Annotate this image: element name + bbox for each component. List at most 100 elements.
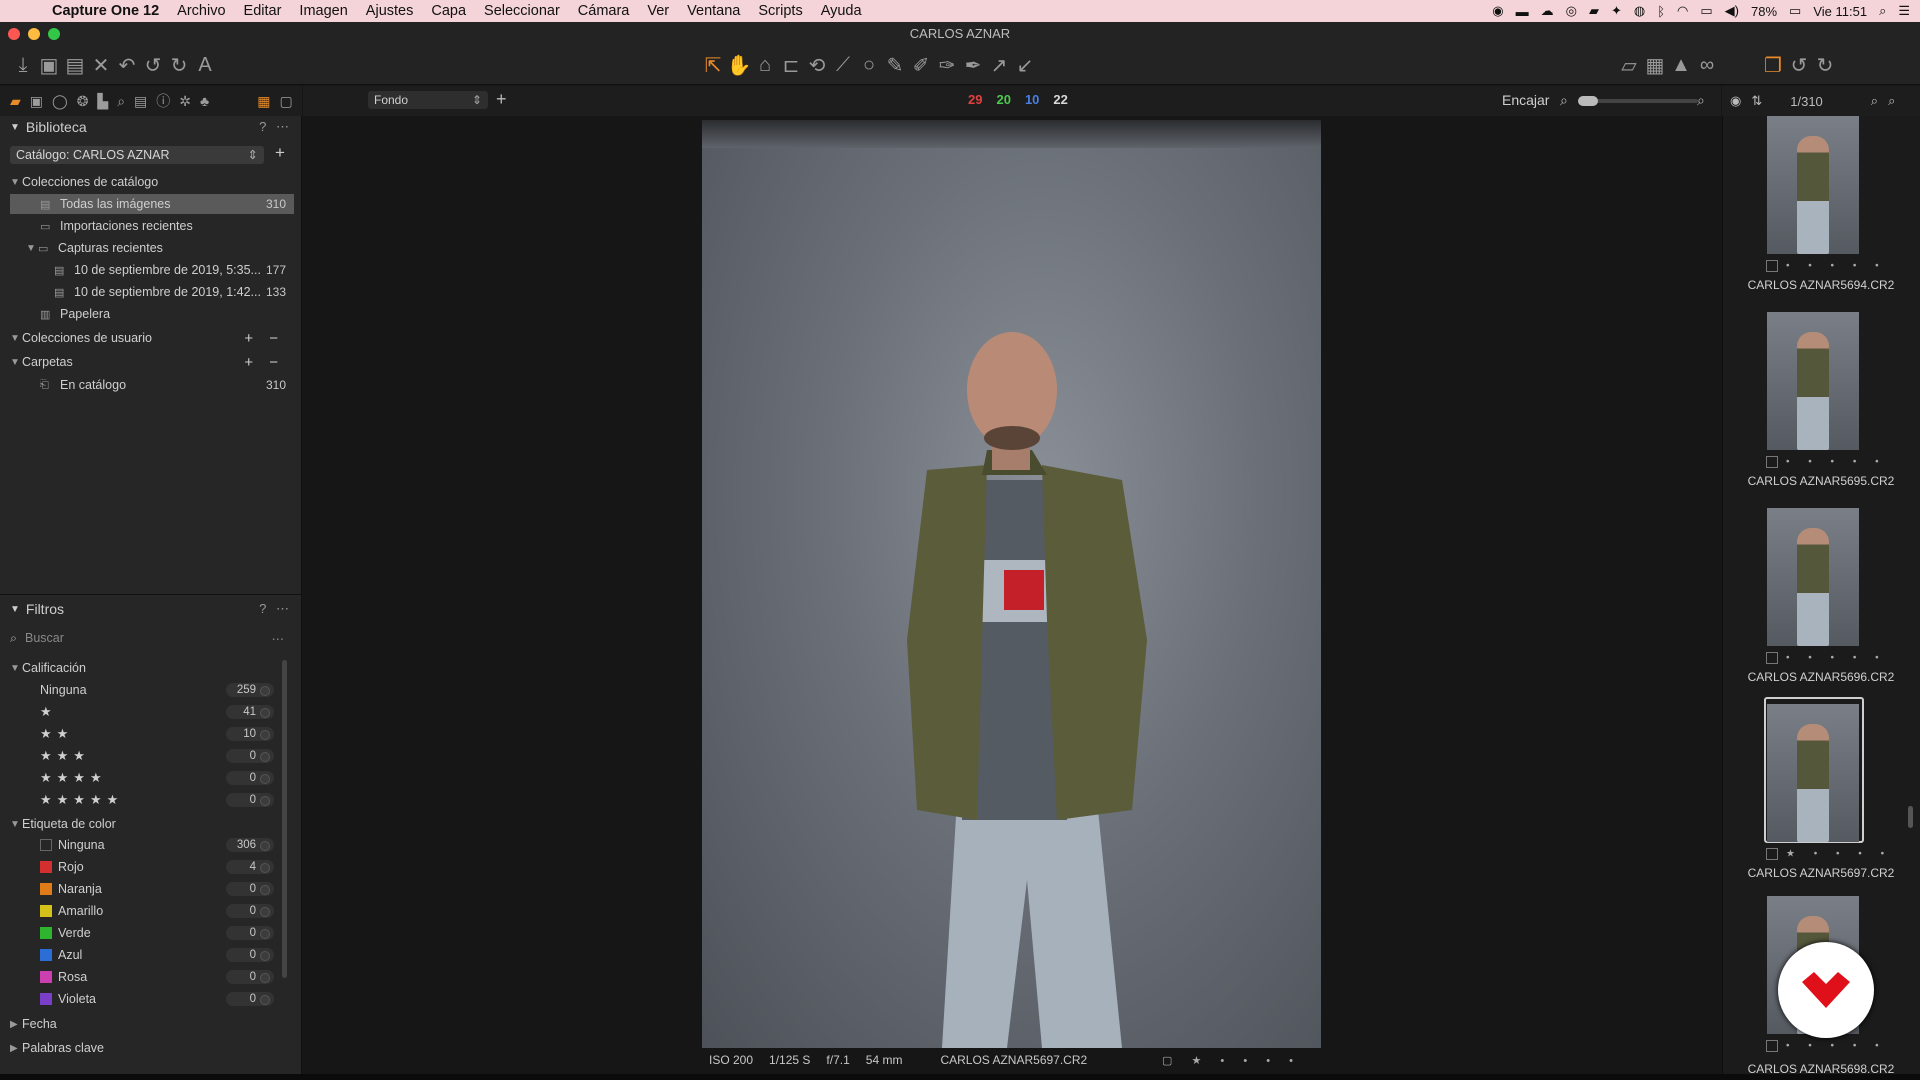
zoom-slider[interactable] [1578, 96, 1698, 106]
gradient-tool-icon[interactable]: ✑ [934, 53, 960, 78]
menu-capa[interactable]: Capa [431, 3, 466, 19]
color-yellow[interactable]: Amarillo 0 [10, 901, 274, 921]
collection-trash[interactable]: ▥ Papelera [10, 304, 294, 324]
collection-recent-imports[interactable]: ▭ Importaciones recientes [10, 216, 294, 236]
text-icon[interactable]: A [192, 54, 218, 77]
library-header[interactable]: ▼ Biblioteca ? ⋯ [0, 115, 302, 139]
user-collections-header[interactable]: ▼ Colecciones de usuario + − [10, 328, 294, 348]
menu-seleccionar[interactable]: Seleccionar [484, 3, 560, 19]
color-tab-icon[interactable]: ❂ [77, 93, 89, 110]
output-tab-icon[interactable]: ✲ [179, 93, 191, 110]
apply-adjustments-icon[interactable]: ↙ [1012, 53, 1038, 78]
add-remove-icons[interactable]: + − [244, 354, 284, 371]
thumbnail-5694[interactable]: • • • • • CARLOS AZNAR5694.CR2 [1744, 116, 1898, 306]
main-photo[interactable] [702, 120, 1321, 1048]
zoom-label[interactable]: Encajar [1502, 92, 1549, 108]
catalog-collections-header[interactable]: ▼ Colecciones de catálogo [10, 172, 294, 192]
battery-percent[interactable]: 78% [1751, 4, 1777, 19]
pan-tool-icon[interactable]: ✋ [726, 53, 752, 78]
color-blue[interactable]: Azul 0 [10, 945, 274, 965]
rating-2[interactable]: ★★ 10 [10, 724, 274, 744]
exposure-warning-icon[interactable]: ▲ [1668, 54, 1694, 77]
app-menu[interactable]: Capture One 12 [52, 3, 159, 19]
zoom-out-icon[interactable]: ⌕ [1560, 92, 1568, 109]
grid-view-icon[interactable]: ▦ [257, 93, 270, 110]
search-input[interactable]: Buscar [25, 631, 64, 645]
filters-header[interactable]: ▼ Filtros ? ⋯ [0, 597, 302, 621]
eraser-tool-icon[interactable]: ✒ [960, 53, 986, 78]
import-icon[interactable]: ⤓ [10, 54, 36, 77]
color-none[interactable]: Ninguna 306 [10, 835, 274, 855]
record-icon[interactable]: ◉ [1492, 3, 1503, 19]
volume-icon[interactable]: ◀) [1725, 3, 1739, 19]
collection-all-images[interactable]: ▤ Todas las imágenes 310 [10, 194, 294, 214]
thumbnail-5696[interactable]: • • • • • CARLOS AZNAR5696.CR2 [1744, 508, 1898, 698]
camera-icon[interactable]: ▣ [36, 53, 62, 78]
wifi-icon[interactable]: ◠ [1677, 3, 1688, 19]
help-icon[interactable]: ? [259, 119, 269, 134]
minimize-window-button[interactable] [28, 28, 40, 40]
undo-history-icon[interactable]: ↶ [114, 53, 140, 78]
rating-3[interactable]: ★★★ 0 [10, 746, 274, 766]
menu-archivo[interactable]: Archivo [177, 3, 225, 19]
cloud-icon[interactable]: ☁ [1541, 3, 1554, 19]
adjustments-tab-icon[interactable]: ▤ [134, 93, 147, 110]
thumbnail-5695[interactable]: • • • • • CARLOS AZNAR5695.CR2 [1744, 312, 1898, 502]
airplay-icon[interactable]: ▭ [1700, 3, 1712, 19]
thumbnail-stars[interactable]: • • • • • [1766, 1040, 1887, 1052]
lens-tab-icon[interactable]: ◯ [52, 93, 68, 110]
menu-ver[interactable]: Ver [647, 3, 669, 19]
menu-editar[interactable]: Editar [244, 3, 282, 19]
crop-tool-icon[interactable]: ⊏ [778, 53, 804, 78]
background-select[interactable]: Fondo ⇕ [368, 91, 488, 109]
date-filter-header[interactable]: ▶ Fecha [10, 1014, 294, 1034]
library-tools[interactable]: ? ⋯ [259, 119, 292, 135]
battery-icon[interactable]: ▭ [1789, 3, 1801, 19]
redo-icon[interactable]: ↻ [166, 53, 192, 78]
thumbnail-stars[interactable]: • • • • • [1766, 260, 1887, 272]
color-green[interactable]: Verde 0 [10, 923, 274, 943]
menu-ajustes[interactable]: Ajustes [366, 3, 414, 19]
single-view-icon[interactable]: ▢ [279, 93, 292, 110]
brush-tool-icon[interactable]: ✐ [908, 53, 934, 78]
library-tab-icon[interactable]: ▰ [10, 93, 21, 110]
sort-icon[interactable]: ⇅ [1751, 93, 1762, 109]
filter-search-icon[interactable]: ⌕ [1888, 93, 1895, 109]
layers-icon[interactable]: ❐ [1760, 53, 1786, 78]
filters-search[interactable]: ⌕ Buscar ⋯ [10, 628, 294, 648]
menu-ayuda[interactable]: Ayuda [821, 3, 862, 19]
zoom-in-icon[interactable]: ⌕ [1697, 92, 1705, 109]
zoom-window-button[interactable] [48, 28, 60, 40]
add-catalog-icon[interactable]: + [275, 143, 285, 163]
collection-capture-2[interactable]: ▤ 10 de septiembre de 2019, 1:42... 133 [10, 282, 294, 302]
spotlight-icon[interactable]: ⌕ [1879, 3, 1886, 19]
compare-icon[interactable]: ▱ [1616, 53, 1642, 78]
menu-camara[interactable]: Cámara [578, 3, 630, 19]
exposure-tab-icon[interactable]: ▙ [97, 93, 108, 110]
rating-none[interactable]: Ninguna 259 [10, 680, 274, 700]
thumbnail-stars[interactable]: • • • • • [1766, 456, 1887, 468]
filters-tools[interactable]: ? ⋯ [259, 601, 292, 617]
airdrop-icon[interactable]: ◎ [1566, 3, 1577, 19]
bluetooth-icon[interactable]: ᛒ [1657, 4, 1665, 19]
color-pink[interactable]: Rosa 0 [10, 967, 274, 987]
thumbnail-stars[interactable]: • • • • • [1766, 652, 1887, 664]
collection-capture-1[interactable]: ▤ 10 de septiembre de 2019, 5:35... 177 [10, 260, 294, 280]
capture-tab-icon[interactable]: ▣ [30, 93, 43, 110]
menu-ventana[interactable]: Ventana [687, 3, 740, 19]
notifications-icon[interactable]: ☰ [1898, 3, 1910, 19]
clock[interactable]: Vie 11:51 [1813, 4, 1867, 19]
collection-recent-captures[interactable]: ▼ ▭ Capturas recientes [10, 238, 294, 258]
keystone-tool-icon[interactable]: ⟋ [830, 54, 856, 77]
folder-in-catalog[interactable]: ⎗ En catálogo 310 [10, 375, 294, 395]
rating-4[interactable]: ★★★★ 0 [10, 768, 274, 788]
rating-header[interactable]: ▼ Calificación [10, 658, 294, 678]
eye-icon[interactable]: ◉ [1730, 93, 1741, 109]
copy-adjustments-icon[interactable]: ↗ [986, 53, 1012, 78]
loupe-tool-icon[interactable]: ⌂ [752, 54, 778, 77]
globe-icon[interactable]: ◍ [1634, 3, 1645, 19]
color-tag-header[interactable]: ▼ Etiqueta de color [10, 814, 294, 834]
chat-icon[interactable]: ▰ [1589, 3, 1599, 19]
add-remove-icons[interactable]: + − [244, 330, 284, 347]
redo-right-icon[interactable]: ↻ [1812, 53, 1838, 78]
